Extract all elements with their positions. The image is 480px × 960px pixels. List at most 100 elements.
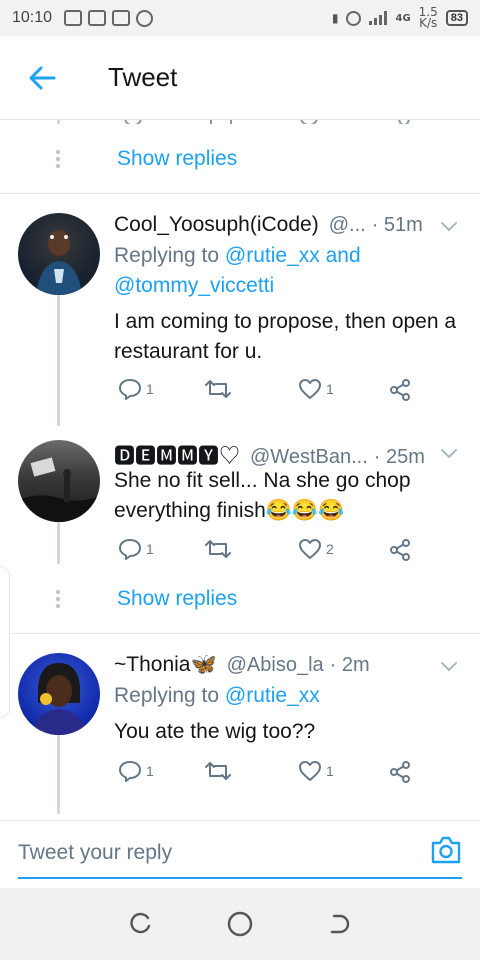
wifi-hotspot-icon	[346, 10, 362, 26]
thread-dots	[56, 150, 60, 168]
replying-to: Replying to @rutie_xx	[114, 681, 460, 711]
card-icon	[112, 10, 131, 26]
thread-line	[57, 294, 60, 426]
avatar-image	[32, 663, 86, 735]
like-button[interactable]: 1	[298, 760, 334, 782]
network-type: 4G	[395, 12, 411, 24]
tweet-text: You ate the wig too??	[114, 720, 316, 743]
show-replies-row[interactable]: Show replies	[0, 564, 480, 634]
chevron-down-icon[interactable]	[440, 657, 458, 675]
reply-input[interactable]	[18, 835, 418, 871]
retweet-icon	[205, 380, 231, 398]
author-handle: @Abiso_la	[226, 654, 324, 676]
like-button[interactable]: 2	[298, 538, 334, 560]
battery-indicator: 83	[445, 10, 468, 26]
replying-prefix: Replying to	[114, 684, 225, 707]
avatar-image	[18, 457, 100, 522]
tweet-text: She no fit sell... Na she go chop everyt…	[114, 469, 411, 522]
reply-icon	[119, 761, 141, 782]
signal-icon	[369, 11, 388, 25]
author-handle: @...	[328, 214, 366, 236]
vibrate-icon: ▮	[331, 11, 339, 25]
chevron-down-icon[interactable]	[440, 444, 458, 462]
reply-button[interactable]: 1	[118, 538, 154, 560]
speed-unit: K/s	[419, 16, 438, 30]
reply-count: 1	[146, 763, 154, 779]
share-button[interactable]	[388, 538, 412, 562]
like-count: 1	[326, 763, 334, 779]
replying-prefix: Replying to	[114, 244, 225, 267]
like-button[interactable]: 1	[298, 378, 334, 400]
reply-input-underline	[18, 877, 462, 879]
network-speed: 1.5 K/s	[419, 6, 438, 30]
tweet-time: · 51m	[371, 214, 423, 236]
retweet-icon	[205, 762, 231, 780]
share-button[interactable]	[388, 378, 412, 402]
author-name[interactable]: ~Thonia🦋	[114, 653, 217, 677]
share-icon	[390, 761, 410, 783]
like-count: 1	[326, 381, 334, 397]
replying-and: and	[319, 244, 361, 267]
notification-icons	[64, 9, 154, 27]
like-icon	[299, 539, 321, 559]
mention-link[interactable]: @tommy_viccetti	[114, 274, 274, 297]
back-system-button[interactable]	[326, 910, 354, 938]
like-icon	[299, 761, 321, 781]
reply-icon	[119, 539, 141, 560]
reply-button[interactable]: 1	[118, 378, 154, 400]
tweet-actions: 1 1	[114, 760, 414, 788]
chevron-down-icon[interactable]	[440, 217, 458, 235]
home-icon	[227, 911, 253, 937]
retweet-button[interactable]	[204, 760, 236, 782]
share-button[interactable]	[388, 760, 412, 784]
show-replies-row[interactable]: Show replies	[0, 124, 480, 194]
thread-dots	[56, 590, 60, 608]
system-status: ▮ 4G 1.5 K/s 83	[331, 6, 468, 30]
recents-button[interactable]	[126, 910, 154, 938]
tweet-actions: 1 1	[114, 378, 414, 406]
avatar[interactable]	[18, 440, 100, 522]
retweet-button[interactable]	[204, 538, 236, 560]
tweet-text: I am coming to propose, then open a rest…	[114, 310, 457, 363]
share-icon	[390, 539, 410, 561]
camera-icon[interactable]	[430, 835, 462, 865]
avatar[interactable]	[18, 213, 100, 295]
replying-to: Replying to @rutie_xx and @tommy_viccett…	[114, 241, 460, 301]
page-title: Tweet	[108, 62, 178, 92]
reply-count: 1	[146, 541, 154, 557]
hotspot-icon	[136, 9, 154, 27]
home-button[interactable]	[226, 910, 254, 938]
retweet-icon	[205, 540, 231, 558]
tweet-header: Cool_Yoosuph(iCode) @... · 51m	[114, 213, 436, 237]
mention-link[interactable]: @rutie_xx	[225, 684, 320, 707]
reply-icon	[119, 379, 141, 400]
tweet-actions: 1 2	[114, 538, 414, 566]
thread-line	[57, 734, 60, 814]
status-time: 10:10	[12, 9, 53, 26]
status-bar: 10:10 ▮ 4G 1.5 K/s 83	[0, 0, 480, 36]
retweet-button[interactable]	[204, 378, 236, 400]
back-button[interactable]	[0, 36, 84, 120]
show-replies-link[interactable]: Show replies	[117, 147, 237, 171]
recents-icon	[130, 912, 151, 934]
gallery-icon	[64, 10, 83, 26]
reply-count: 1	[146, 381, 154, 397]
back-icon	[330, 914, 350, 934]
share-icon	[390, 379, 410, 401]
author-name[interactable]: Cool_Yoosuph(iCode)	[114, 213, 319, 237]
back-arrow-icon	[29, 66, 56, 89]
mention-link[interactable]: @rutie_xx	[225, 244, 320, 267]
show-replies-link[interactable]: Show replies	[117, 587, 237, 611]
avatar-image	[36, 230, 82, 295]
shirt-icon	[88, 10, 107, 26]
reply-bar	[0, 820, 480, 888]
edge-handle[interactable]	[0, 566, 10, 718]
tweet-time: · 2m	[329, 654, 370, 676]
like-count: 2	[326, 541, 334, 557]
app-header: Tweet	[0, 36, 480, 120]
system-nav-bar	[0, 888, 480, 960]
avatar[interactable]	[18, 653, 100, 735]
tweet-header: ~Thonia🦋 @Abiso_la · 2m	[114, 653, 436, 677]
like-icon	[299, 379, 321, 399]
reply-button[interactable]: 1	[118, 760, 154, 782]
